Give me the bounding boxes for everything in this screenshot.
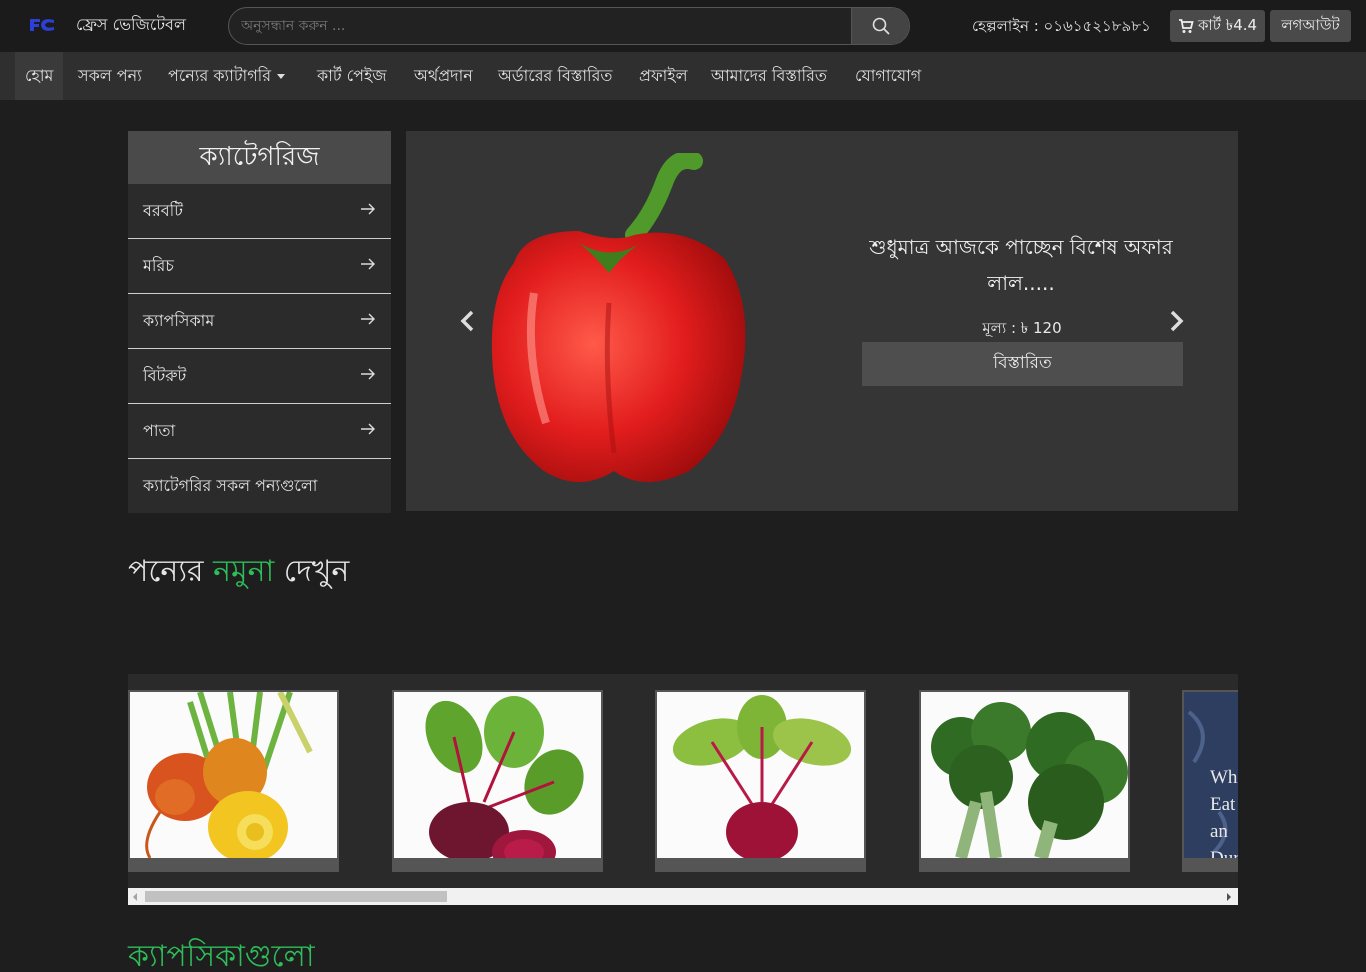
product-image	[130, 692, 337, 858]
category-item[interactable]: বিটরুট	[128, 349, 391, 404]
cart-icon	[1178, 19, 1194, 33]
golden-beet-image	[130, 692, 337, 858]
arrow-right-icon	[361, 313, 375, 325]
beetroot-leaves-image	[657, 692, 864, 858]
category-label: বিটরুট	[143, 365, 187, 385]
scrollbar-thumb[interactable]	[145, 891, 447, 902]
red-capsicum-image	[491, 153, 746, 482]
nav-all-products[interactable]: সকল পন্য	[78, 52, 142, 100]
scroll-left-icon[interactable]	[133, 893, 137, 901]
categories-title: ক্যাটেগরিজ	[128, 131, 391, 184]
all-category-products-link[interactable]: ক্যাটেগরির সকল পন্যগুলো	[128, 459, 391, 514]
arrow-right-icon	[361, 423, 375, 435]
product-image: Which Eat an During	[1184, 692, 1238, 858]
product-card[interactable]	[128, 690, 339, 872]
beetroot-image	[394, 692, 601, 858]
samples-title-highlight: নমুনা	[213, 554, 275, 589]
cart-button[interactable]: কার্ট ৳4.4	[1170, 10, 1265, 42]
scroll-right-icon[interactable]	[1227, 893, 1231, 901]
chevron-down-icon	[277, 73, 286, 79]
top-header: ফ্রেস ভেজিটেবল হেল্পলাইন : ০১৬১৫২১৮৯৮১ ক…	[0, 0, 1366, 52]
brand-logo-icon[interactable]	[28, 15, 56, 35]
slide-price: মূল্য : ৳ 120	[982, 319, 1062, 337]
arrow-right-icon	[361, 368, 375, 380]
search-bar	[228, 7, 910, 45]
nav-home[interactable]: হোম	[15, 52, 64, 100]
nav-order-details[interactable]: অর্ডারের বিস্তারিত	[498, 52, 612, 100]
broccoli-image	[921, 692, 1128, 858]
category-item[interactable]: বরবটি	[128, 184, 391, 239]
category-item[interactable]: ক্যাপসিকাম	[128, 294, 391, 349]
search-button[interactable]	[851, 8, 909, 44]
category-label: ক্যাপসিকাম	[143, 310, 215, 330]
category-item[interactable]: মরিচ	[128, 239, 391, 294]
arrow-right-icon	[361, 203, 375, 215]
search-icon	[872, 17, 890, 35]
hotline-text: হেল্পলাইন : ০১৬১৫২১৮৯৮১	[972, 17, 1151, 35]
arrow-right-icon	[361, 258, 375, 270]
sample-products-carousel: Which Eat an During	[128, 674, 1238, 888]
slide-offer-text: শুধুমাত্র আজকে পাচ্ছেন বিশেষ অফার লাল...…	[869, 235, 1173, 295]
nav-contact[interactable]: যোগাযোগ	[855, 52, 921, 100]
brand-name[interactable]: ফ্রেস ভেজিটেবল	[76, 12, 186, 39]
product-image	[394, 692, 601, 858]
product-image	[657, 692, 864, 858]
samples-section-title: পন্যের নমুনা দেখুন	[128, 547, 349, 598]
main-navbar: হোম সকল পন্য পন্যের ক্যাটাগরি কার্ট পেইজ…	[0, 52, 1366, 100]
slide-details-button[interactable]: বিস্তারিত	[862, 342, 1183, 386]
product-card[interactable]	[655, 690, 866, 872]
category-label: পাতা	[143, 420, 176, 440]
categories-panel: ক্যাটেগরিজ বরবটি মরিচ ক্যাপসিকাম বিটরুট …	[128, 131, 391, 513]
logout-button[interactable]: লগআউট	[1270, 10, 1351, 42]
nav-payment[interactable]: অর্থপ্রদান	[414, 52, 473, 100]
nav-cart-page[interactable]: কার্ট পেইজ	[317, 52, 387, 100]
carousel-scrollbar[interactable]	[128, 888, 1238, 905]
product-card[interactable]	[392, 690, 603, 872]
product-image	[921, 692, 1128, 858]
article-cover-text: Which Eat an During	[1210, 767, 1238, 858]
nav-about-us[interactable]: আমাদের বিস্তারিত	[711, 52, 827, 100]
samples-title-part1: পন্যের	[128, 554, 214, 589]
capsicum-section-title: ক্যাপসিকাগুলো	[128, 939, 315, 972]
category-label: মরিচ	[143, 255, 174, 275]
category-item[interactable]: পাতা	[128, 404, 391, 459]
category-label: বরবটি	[143, 200, 183, 220]
chevron-right-icon[interactable]	[1166, 309, 1186, 333]
product-card[interactable]: Which Eat an During	[1182, 690, 1238, 872]
product-card[interactable]	[919, 690, 1130, 872]
cart-label: কার্ট ৳4.4	[1197, 15, 1258, 34]
chevron-left-icon[interactable]	[458, 309, 478, 333]
offer-slider: শুধুমাত্র আজকে পাচ্ছেন বিশেষ অফার লাল...…	[406, 131, 1238, 511]
samples-title-part2: দেখুন	[274, 554, 350, 589]
nav-profile[interactable]: প্রফাইল	[639, 52, 688, 100]
nav-product-categories-label: পন্যের ক্যাটাগরি	[168, 65, 272, 85]
nav-product-categories[interactable]: পন্যের ক্যাটাগরি	[168, 52, 286, 100]
search-input[interactable]	[229, 8, 853, 44]
